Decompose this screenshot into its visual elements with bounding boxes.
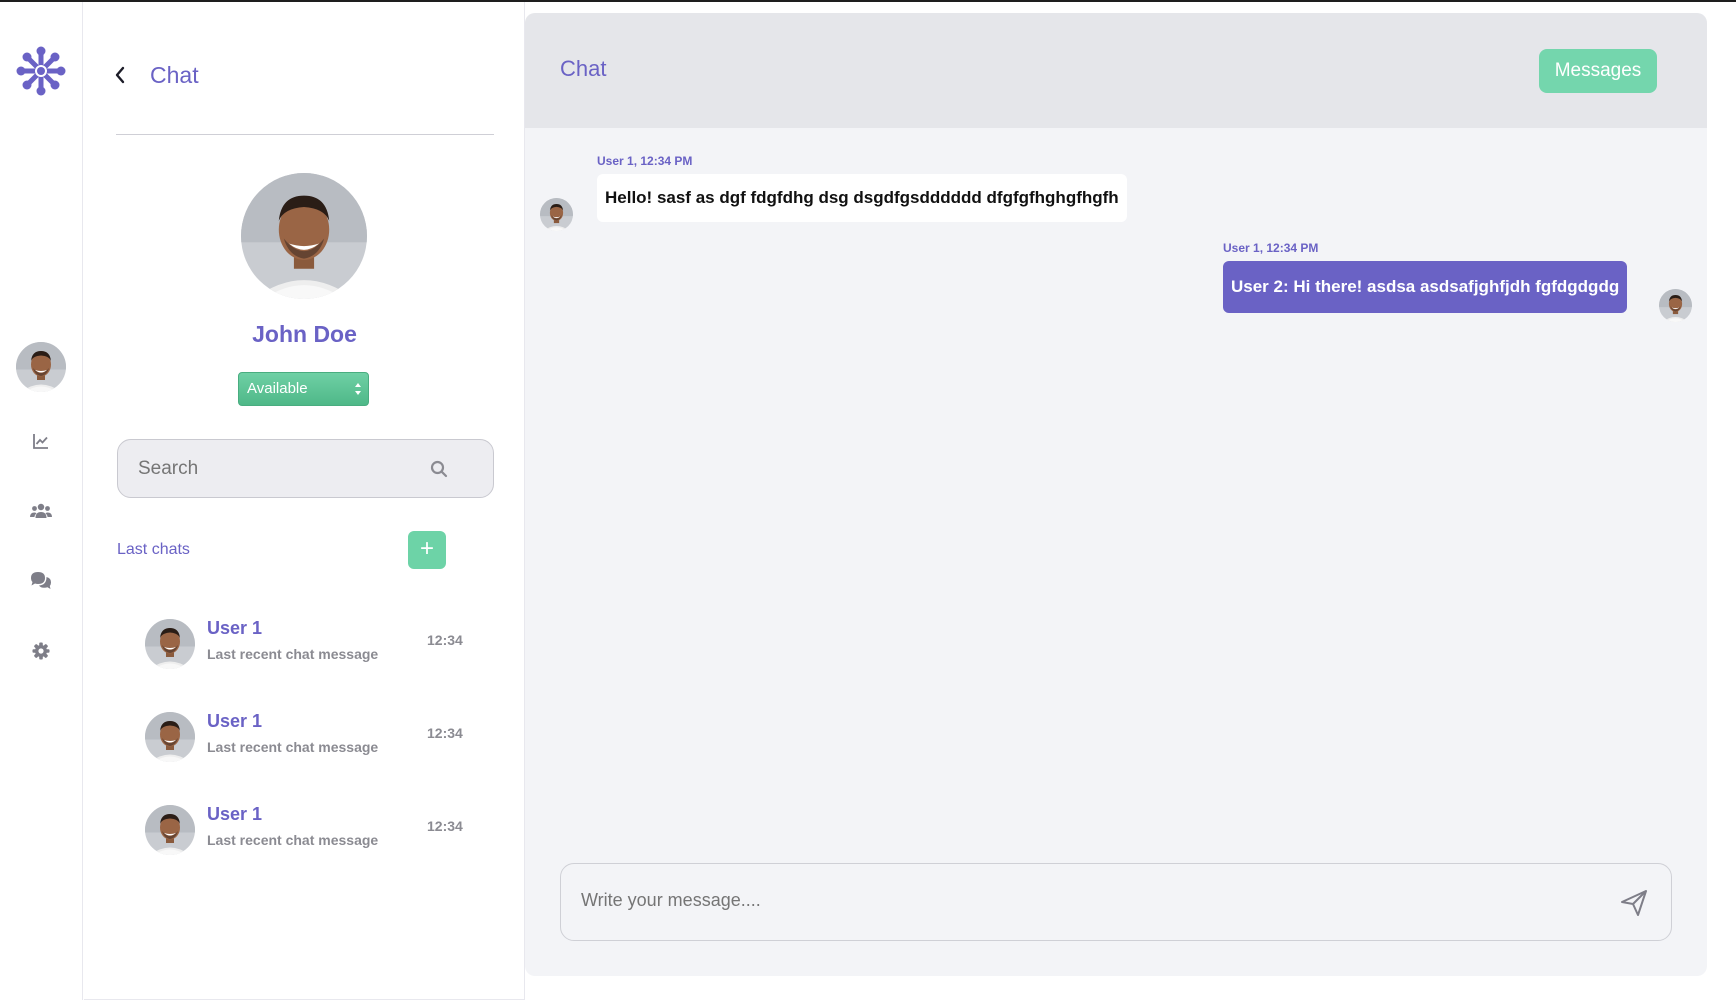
conversation-panel: Chat John Doe Available Last chats + Use… xyxy=(84,2,525,1000)
search-box[interactable] xyxy=(117,439,494,498)
message-input[interactable] xyxy=(581,890,1561,911)
avatar xyxy=(145,712,195,762)
chat-list-item[interactable]: User 1 Last recent chat message 12:34 xyxy=(142,614,492,674)
avatar xyxy=(1659,289,1692,322)
back-chevron-icon[interactable] xyxy=(110,60,130,90)
chat-item-message: Last recent chat message xyxy=(207,739,379,755)
avatar xyxy=(145,805,195,855)
chat-item-name: User 1 xyxy=(207,618,263,638)
icon-rail xyxy=(0,2,83,1000)
chat-item-time: 12:34 xyxy=(427,818,463,834)
search-input[interactable] xyxy=(138,458,418,480)
message-bubble-incoming[interactable]: Hello! sasf as dgf fdgfdhg dsg dsgdfgsdd… xyxy=(597,174,1127,222)
message-meta: User 1, 12:34 PM xyxy=(597,154,693,168)
chart-icon[interactable] xyxy=(29,429,53,453)
chat-window: Chat Messages User 1, 12:34 PM Hello! sa… xyxy=(525,13,1707,976)
message-composer[interactable] xyxy=(560,863,1672,941)
chat-list-item[interactable]: User 1 Last recent chat message 12:34 xyxy=(142,707,492,767)
chat-item-name: User 1 xyxy=(207,804,263,824)
logo-icon[interactable] xyxy=(16,46,66,96)
chat-title: Chat xyxy=(560,56,607,81)
chat-item-time: 12:34 xyxy=(427,632,463,648)
last-chats-label: Last chats xyxy=(117,541,190,558)
rail-avatar[interactable] xyxy=(16,342,66,392)
send-icon[interactable] xyxy=(1619,888,1649,918)
profile-name: John Doe xyxy=(252,321,357,347)
add-chat-button[interactable]: + xyxy=(408,531,446,569)
chat-bubbles-icon[interactable] xyxy=(29,569,53,593)
message-bubble-outgoing[interactable]: User 2: Hi there! asdsa asdsafjghfjdh fg… xyxy=(1223,261,1628,313)
avatar xyxy=(540,198,573,231)
search-icon[interactable] xyxy=(429,459,449,479)
divider xyxy=(116,134,494,135)
avatar xyxy=(145,619,195,669)
select-arrows-icon xyxy=(355,383,361,395)
gear-icon[interactable] xyxy=(29,639,53,663)
message-meta: User 1, 12:34 PM xyxy=(1223,241,1319,255)
chat-item-name: User 1 xyxy=(207,711,263,731)
profile-avatar[interactable] xyxy=(241,173,367,299)
chat-item-time: 12:34 xyxy=(427,725,463,741)
chat-header: Chat Messages xyxy=(525,13,1707,128)
chat-list-item[interactable]: User 1 Last recent chat message 12:34 xyxy=(142,800,492,860)
panel-title: Chat xyxy=(150,62,199,88)
chat-item-message: Last recent chat message xyxy=(207,646,379,662)
users-icon[interactable] xyxy=(29,499,53,523)
status-value: Available xyxy=(247,380,308,397)
messages-button[interactable]: Messages xyxy=(1539,49,1657,93)
status-select[interactable]: Available xyxy=(238,372,369,406)
chat-item-message: Last recent chat message xyxy=(207,832,379,848)
